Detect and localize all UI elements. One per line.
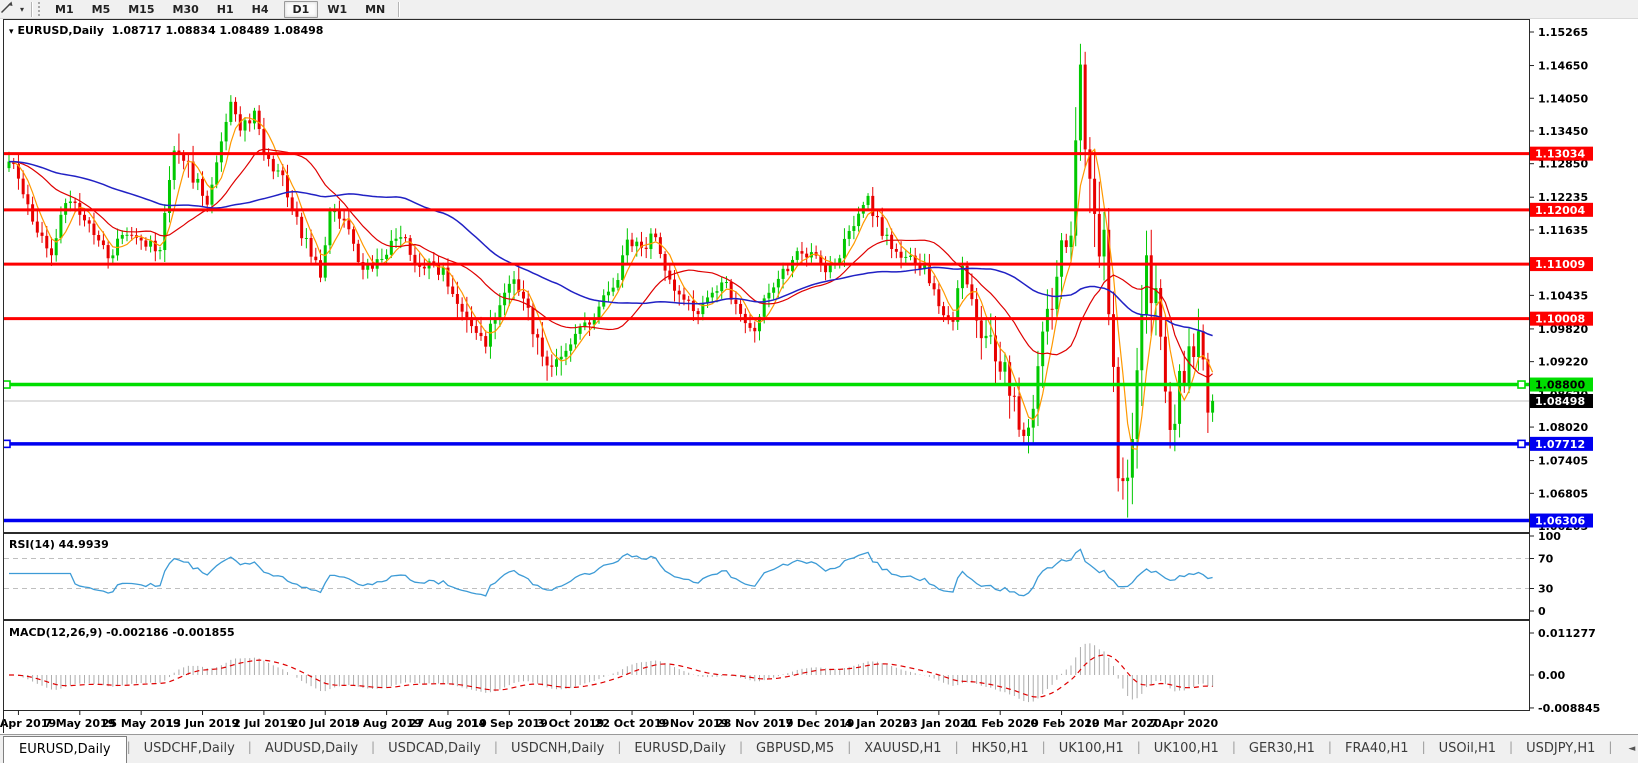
chart-canvas: 1.152651.146501.140501.134501.128501.122… bbox=[0, 19, 1600, 733]
chart-title: ▾ EURUSD,Daily 1.08717 1.08834 1.08489 1.… bbox=[9, 24, 323, 37]
price-axis: 1.152651.146501.140501.134501.128501.122… bbox=[1529, 26, 1600, 715]
toolbar-separator-2 bbox=[398, 1, 401, 17]
svg-text:1.12235: 1.12235 bbox=[1538, 191, 1588, 204]
timeframe-button-m5[interactable]: M5 bbox=[83, 1, 120, 18]
timeframe-button-mn[interactable]: MN bbox=[356, 1, 394, 18]
date-label: 2 Jul 2019 bbox=[233, 717, 295, 730]
toolbar: ▾ M1 M5 M15 M30 H1 H4 D1 W1 MN bbox=[0, 0, 1638, 19]
chart-tab-4-usdcnh-daily[interactable]: USDCNH,Daily bbox=[498, 735, 617, 763]
date-axis: 18 Apr 20197 May 201925 May 201913 Jun 2… bbox=[0, 710, 1218, 733]
svg-text:70: 70 bbox=[1538, 553, 1554, 566]
svg-text:1.14050: 1.14050 bbox=[1538, 92, 1588, 105]
main-price-panel bbox=[3, 19, 1530, 533]
chart-tab-1-usdchf-daily[interactable]: USDCHF,Daily bbox=[131, 735, 248, 763]
timeframe-buttons: M1 M5 M15 M30 H1 H4 D1 W1 MN bbox=[46, 0, 394, 18]
svg-text:-0.008845: -0.008845 bbox=[1538, 702, 1600, 715]
timeframe-button-m30[interactable]: M30 bbox=[164, 1, 208, 18]
timeframe-button-m1[interactable]: M1 bbox=[46, 1, 83, 18]
chart-symbol-label: EURUSD,Daily bbox=[17, 24, 104, 37]
chart-tab-bar: EURUSD,Daily | USDCHF,Daily | AUDUSD,Daily | U… bbox=[0, 734, 1638, 763]
chart-tab-11-ger30-h1[interactable]: GER30,H1 bbox=[1236, 735, 1328, 763]
svg-text:0.011277: 0.011277 bbox=[1538, 627, 1596, 640]
chart-collapse-arrow-icon[interactable]: ▾ bbox=[9, 27, 18, 37]
support-line-blue-handle[interactable] bbox=[3, 439, 11, 449]
svg-text:100: 100 bbox=[1538, 530, 1561, 543]
svg-text:1.10008: 1.10008 bbox=[1535, 313, 1585, 326]
date-label: 4 Jan 2020 bbox=[845, 717, 911, 730]
chart-ohlc-values: 1.08717 1.08834 1.08489 1.08498 bbox=[111, 24, 324, 37]
support-line-green-handle[interactable] bbox=[1517, 380, 1526, 389]
svg-text:1.06306: 1.06306 bbox=[1535, 515, 1585, 528]
macd-indicator-label: MACD(12,26,9) -0.002186 -0.001855 bbox=[9, 626, 235, 639]
timeframe-button-h4[interactable]: H4 bbox=[243, 1, 278, 18]
date-label: 17 Dec 2019 bbox=[778, 717, 855, 730]
chart-tabs: EURUSD,Daily | USDCHF,Daily | AUDUSD,Daily | U… bbox=[3, 735, 1612, 763]
trendline-tool-icon[interactable] bbox=[0, 1, 19, 17]
timeframe-button-h1[interactable]: H1 bbox=[208, 1, 243, 18]
svg-text:0.00: 0.00 bbox=[1538, 669, 1565, 682]
chart-tab-9-uk100-h1[interactable]: UK100,H1 bbox=[1046, 735, 1137, 763]
svg-text:1.10435: 1.10435 bbox=[1538, 289, 1588, 302]
date-label: 7 Apr 2020 bbox=[1150, 717, 1218, 730]
toolbar-drag-handle[interactable] bbox=[38, 2, 41, 16]
svg-text:1.08020: 1.08020 bbox=[1538, 421, 1588, 434]
chart-tab-3-usdcad-daily[interactable]: USDCAD,Daily bbox=[375, 735, 494, 763]
svg-text:1.08800: 1.08800 bbox=[1535, 379, 1585, 392]
chart-tab-12-fra40-h1[interactable]: FRA40,H1 bbox=[1332, 735, 1422, 763]
tab-scroll-controls: ◄ ► bbox=[1612, 735, 1638, 763]
rsi-indicator-label: RSI(14) 44.9939 bbox=[9, 538, 109, 551]
svg-text:1.15265: 1.15265 bbox=[1538, 26, 1588, 39]
svg-text:30: 30 bbox=[1538, 583, 1554, 596]
svg-text:1.14650: 1.14650 bbox=[1538, 60, 1588, 73]
chart-tab-10-uk100-h1[interactable]: UK100,H1 bbox=[1141, 735, 1232, 763]
svg-text:1.07712: 1.07712 bbox=[1535, 438, 1585, 451]
chart-tab-0-eurusd-daily[interactable]: EURUSD,Daily bbox=[3, 736, 127, 763]
svg-text:1.13034: 1.13034 bbox=[1535, 148, 1585, 161]
svg-text:1.13450: 1.13450 bbox=[1538, 125, 1588, 138]
svg-text:1.08498: 1.08498 bbox=[1535, 395, 1585, 408]
svg-text:1.11009: 1.11009 bbox=[1535, 258, 1585, 271]
support-line-green-handle[interactable] bbox=[3, 380, 11, 389]
chart-tab-14-usdjpy-h1[interactable]: USDJPY,H1 bbox=[1513, 735, 1608, 763]
trading-platform-window: 1.15265 1.14650 1.14050 1.13450 1.12850 1.122… bbox=[0, 0, 1638, 763]
chart-tab-8-hk50-h1[interactable]: HK50,H1 bbox=[959, 735, 1042, 763]
svg-text:1.07405: 1.07405 bbox=[1538, 455, 1588, 468]
support-line-blue-handle[interactable] bbox=[1517, 439, 1526, 449]
tool-dropdown-arrow-icon[interactable]: ▾ bbox=[19, 5, 27, 14]
date-label: 13 Jun 2019 bbox=[166, 717, 239, 730]
timeframe-button-w1[interactable]: W1 bbox=[318, 1, 356, 18]
svg-text:1.09220: 1.09220 bbox=[1538, 356, 1588, 369]
chart-tab-6-gbpusd-m5[interactable]: GBPUSD,M5 bbox=[743, 735, 847, 763]
chart-tab-5-eurusd-daily[interactable]: EURUSD,Daily bbox=[621, 735, 739, 763]
svg-text:0: 0 bbox=[1538, 605, 1546, 618]
chart-tab-2-audusd-daily[interactable]: AUDUSD,Daily bbox=[252, 735, 371, 763]
svg-text:1.06805: 1.06805 bbox=[1538, 487, 1588, 500]
timeframe-button-m15[interactable]: M15 bbox=[119, 1, 163, 18]
chart-tab-13-usoil-h1[interactable]: USOil,H1 bbox=[1426, 735, 1509, 763]
chart-tab-7-xauusd-h1[interactable]: XAUUSD,H1 bbox=[851, 735, 954, 763]
toolbar-separator bbox=[31, 1, 34, 17]
svg-text:1.11635: 1.11635 bbox=[1538, 224, 1588, 237]
tab-scroll-left-icon[interactable]: ◄ bbox=[1628, 744, 1635, 754]
rsi-panel bbox=[3, 533, 1530, 620]
date-label: 20 Jul 2019 bbox=[291, 717, 360, 730]
svg-text:1.12004: 1.12004 bbox=[1535, 204, 1585, 217]
timeframe-button-d1[interactable]: D1 bbox=[283, 0, 319, 18]
